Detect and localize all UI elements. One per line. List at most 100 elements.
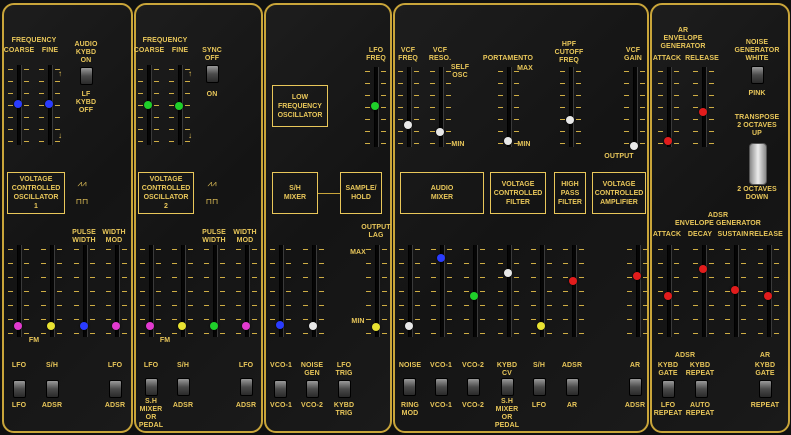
vcf-kybd-slider[interactable] xyxy=(507,245,512,337)
slider-tick xyxy=(185,69,190,70)
vco1-fm1-switch[interactable] xyxy=(13,380,26,398)
mix-vco1-knob[interactable] xyxy=(437,254,445,262)
ar-release-knob[interactable] xyxy=(699,108,707,116)
sh-switch-3[interactable] xyxy=(338,380,351,398)
vcf-sh-knob[interactable] xyxy=(537,322,545,330)
slider-tick xyxy=(41,263,46,264)
vco1-fm2-switch[interactable] xyxy=(46,380,59,398)
adsr-decay-knob[interactable] xyxy=(699,265,707,273)
vcf-kybd-knob[interactable] xyxy=(504,269,512,277)
portamento-knob[interactable] xyxy=(504,137,512,145)
noise-color-switch[interactable] xyxy=(751,66,764,84)
vco2-pw-knob[interactable] xyxy=(210,322,218,330)
mix-vco2-knob[interactable] xyxy=(470,292,478,300)
slider-tick xyxy=(90,291,95,292)
vco1-fm-sh-knob[interactable] xyxy=(47,322,55,330)
adsr-attack-knob[interactable] xyxy=(664,292,672,300)
vcf-freq-slider[interactable] xyxy=(407,67,412,147)
vco1-wm-knob[interactable] xyxy=(112,322,120,330)
adsr-trig-switch-1[interactable] xyxy=(662,380,675,398)
slider-tick xyxy=(498,119,503,120)
vco2-fm1-switch[interactable] xyxy=(145,378,158,396)
slider-tick xyxy=(24,319,29,320)
slider-tick xyxy=(220,249,225,250)
slider-tick xyxy=(576,71,581,72)
ar-attack-knob[interactable] xyxy=(664,137,672,145)
slider-tick xyxy=(514,305,519,306)
adsr-sustain-knob[interactable] xyxy=(731,286,739,294)
sh-switch-1[interactable] xyxy=(274,380,287,398)
portamento-slider[interactable] xyxy=(507,67,512,147)
slider-tick xyxy=(415,277,420,278)
ar-trig-switch[interactable] xyxy=(759,380,772,398)
vcf-reso-knob[interactable] xyxy=(436,128,444,136)
hpf-cutoff-label: HPF CUTOFF FREQ xyxy=(554,41,584,64)
slider-tick xyxy=(658,249,663,250)
ar-attack-slider[interactable] xyxy=(667,67,672,147)
vca-ar-knob[interactable] xyxy=(633,272,641,280)
vco1-src-lfo: LFO xyxy=(11,362,27,369)
hpf-cutoff-knob[interactable] xyxy=(566,116,574,124)
mix-switch-2[interactable] xyxy=(435,378,448,396)
slider-tick xyxy=(447,305,452,306)
vco2-fine-knob[interactable] xyxy=(175,102,183,110)
mix-noise-knob[interactable] xyxy=(405,322,413,330)
vco1-coarse-knob[interactable] xyxy=(14,100,22,108)
adsr-trig-switch-2[interactable] xyxy=(695,380,708,398)
adsr-release-slider[interactable] xyxy=(767,245,772,337)
ar-release-slider[interactable] xyxy=(702,67,707,147)
vca-src-ar: AR xyxy=(629,362,641,369)
vcf-switch-1[interactable] xyxy=(501,378,514,396)
mix-switch-1[interactable] xyxy=(403,378,416,396)
vco2-coarse-knob[interactable] xyxy=(144,101,152,109)
sh-vco1-knob[interactable] xyxy=(276,321,284,329)
slider-tick xyxy=(560,119,565,120)
slider-tick xyxy=(674,249,679,250)
sh-switch-2[interactable] xyxy=(306,380,319,398)
vcf-gain-slider[interactable] xyxy=(633,67,638,147)
sh-noise-knob[interactable] xyxy=(309,322,317,330)
slider-tick xyxy=(381,71,386,72)
output-lag-knob[interactable] xyxy=(372,323,380,331)
adsr-decay-slider[interactable] xyxy=(702,245,707,337)
hpf-cutoff-slider[interactable] xyxy=(569,67,574,147)
vcf-switch-3[interactable] xyxy=(566,378,579,396)
vcf-adsr-slider[interactable] xyxy=(572,245,577,337)
slider-tick xyxy=(709,131,714,132)
vco2-fm-sh-knob[interactable] xyxy=(178,322,186,330)
vco1-pw-knob[interactable] xyxy=(80,322,88,330)
slider-tick xyxy=(220,291,225,292)
lfo-freq-knob[interactable] xyxy=(371,102,379,110)
vcf-switch-2[interactable] xyxy=(533,378,546,396)
vcf-adsr-knob[interactable] xyxy=(569,277,577,285)
vco2-fm-lfo-knob[interactable] xyxy=(146,322,154,330)
vca-ar-slider[interactable] xyxy=(636,245,641,337)
slider-tick xyxy=(447,333,452,334)
slider-tick xyxy=(188,263,193,264)
slider-tick xyxy=(414,71,419,72)
slider-tick xyxy=(725,333,730,334)
vco2-wm-switch[interactable] xyxy=(240,378,253,396)
vco2-sync-switch[interactable] xyxy=(206,65,219,83)
vco1-wm-switch[interactable] xyxy=(109,380,122,398)
vca-switch[interactable] xyxy=(629,378,642,396)
up-arrow-icon: ↑ xyxy=(188,69,192,78)
slider-tick xyxy=(674,277,679,278)
adsr-release-knob[interactable] xyxy=(764,292,772,300)
mix-vco2-slider[interactable] xyxy=(473,245,478,337)
vco1-fm-lfo-knob[interactable] xyxy=(14,322,22,330)
mix-switch-3[interactable] xyxy=(467,378,480,396)
vcf-gain-knob[interactable] xyxy=(630,142,638,150)
vco2-wm-knob[interactable] xyxy=(242,322,250,330)
slider-tick xyxy=(658,83,663,84)
vco1-kybd-switch[interactable] xyxy=(80,67,93,85)
vco2-fm-label: FM xyxy=(159,337,171,344)
vco1-fine-knob[interactable] xyxy=(45,100,53,108)
vcf-gain-label: VCF GAIN xyxy=(624,47,642,62)
transpose-switch[interactable] xyxy=(749,143,767,185)
vco2-fm2-switch[interactable] xyxy=(177,378,190,396)
slider-tick xyxy=(693,291,698,292)
adsr-attack-slider[interactable] xyxy=(667,245,672,337)
slider-tick xyxy=(398,143,403,144)
vcf-freq-knob[interactable] xyxy=(404,121,412,129)
